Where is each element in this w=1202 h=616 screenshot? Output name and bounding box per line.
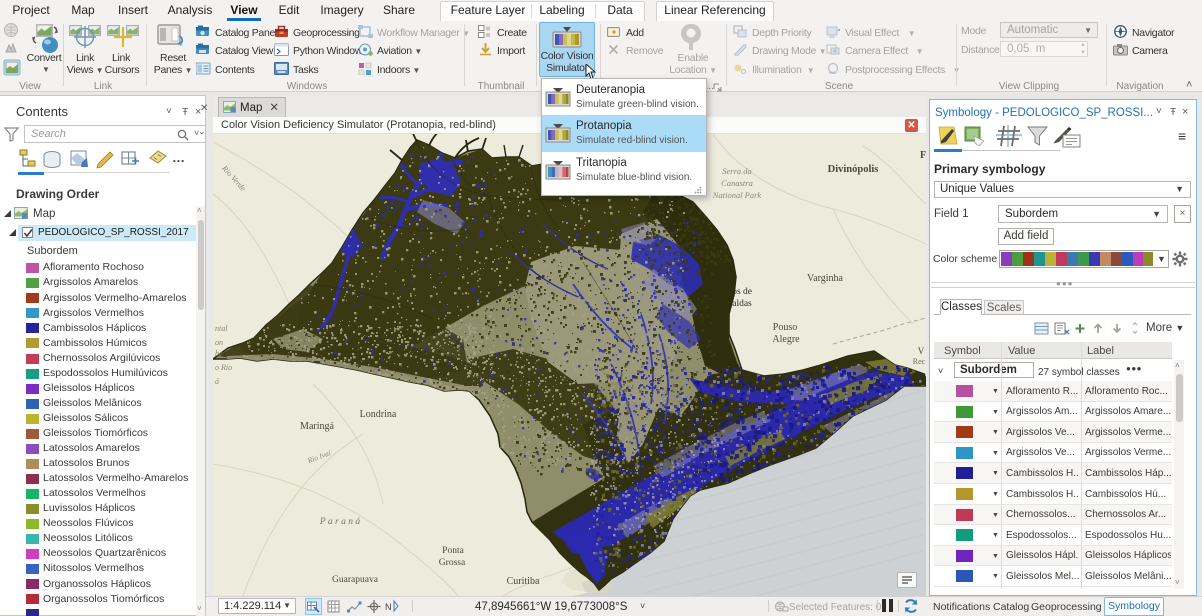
svg-text:he: he [215,349,223,358]
svg-text:Londrina: Londrina [360,409,397,420]
svg-text:Divinópolis: Divinópolis [828,164,879,175]
svg-text:Pouso: Pouso [773,322,797,333]
svg-text:Serra da: Serra da [722,166,752,176]
svg-text:ços de: ços de [728,287,752,297]
svg-text:Grossa: Grossa [439,558,466,568]
svg-text:V: V [918,346,925,356]
svg-text:P a r a n á: P a r a n á [319,517,360,527]
svg-text:Guarapuava: Guarapuava [332,575,379,585]
svg-text:on: on [215,338,223,347]
svg-text:ntal: ntal [215,324,228,333]
svg-text:Canastra: Canastra [721,178,753,188]
svg-text:Ponta: Ponta [442,546,464,556]
svg-text:Maringá: Maringá [300,421,334,432]
svg-text:Varginha: Varginha [807,273,843,284]
svg-text:Rec: Rec [913,357,926,366]
svg-text:o Rio: o Rio [215,363,232,372]
svg-text:á: á [215,377,219,386]
svg-text:F: F [920,150,926,161]
svg-text:aldas: aldas [732,299,752,309]
svg-text:Curitiba: Curitiba [507,576,540,587]
svg-text:N: N [385,602,392,612]
svg-text:National Park: National Park [712,190,762,200]
svg-text:Alegre: Alegre [772,334,800,345]
